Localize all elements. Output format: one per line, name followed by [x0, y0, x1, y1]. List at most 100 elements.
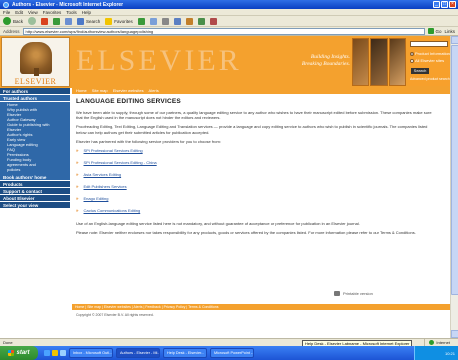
- nav-trusted-authors[interactable]: Trusted authors: [0, 95, 70, 102]
- tagline-line2: Breaking Boundaries.: [301, 61, 350, 67]
- zone-label: Internet: [436, 340, 450, 345]
- arrow-icon: »: [76, 208, 79, 214]
- nav-products[interactable]: Products: [0, 181, 70, 188]
- go-arrow-icon: [428, 28, 435, 34]
- header-photo-1: [352, 38, 370, 86]
- vertical-scrollbar[interactable]: [450, 36, 458, 338]
- main-content: LANGUAGE EDITING SERVICES We have been a…: [76, 98, 436, 239]
- start-label: start: [16, 350, 30, 356]
- nav-about[interactable]: About Elsevier: [0, 195, 70, 202]
- service-item: » SPi Professional Services Editing - Ch…: [76, 160, 436, 165]
- ie-quicklaunch-icon[interactable]: [44, 350, 50, 356]
- desktop-quicklaunch-icon[interactable]: [60, 350, 66, 356]
- logo-text: ELSEVIER: [14, 77, 57, 86]
- address-bar: Address http://www.elsevier.com/wps/find…: [0, 27, 458, 36]
- discuss-icon[interactable]: [185, 17, 193, 25]
- service-link[interactable]: SPi Professional Services Editing - Chin…: [84, 160, 157, 165]
- scroll-thumb[interactable]: [451, 45, 458, 295]
- nav-site-map[interactable]: Site map: [92, 88, 108, 93]
- messenger-icon[interactable]: [197, 17, 205, 25]
- arrow-icon: »: [76, 172, 79, 178]
- nav-elsevier-websites[interactable]: Elsevier websites: [113, 88, 144, 93]
- back-arrow-icon: [3, 17, 11, 25]
- print-icon[interactable]: [161, 17, 169, 25]
- radio-all-sites[interactable]: All Elsevier sites: [410, 58, 444, 63]
- printable-version-link[interactable]: Printable version: [334, 291, 373, 296]
- service-item: » Cactus Communications Editing: [76, 208, 436, 213]
- service-item: » SPi Professional Services Editing: [76, 148, 436, 153]
- service-link[interactable]: Edit Publishers Services: [84, 184, 127, 189]
- site-search-input[interactable]: [410, 41, 448, 47]
- back-button[interactable]: Back: [3, 17, 23, 25]
- taskbar: start Inbox - Microsoft Outl... Authors …: [0, 346, 458, 360]
- menu-favorites[interactable]: Favorites: [43, 10, 62, 15]
- home-icon[interactable]: [65, 17, 73, 25]
- footer-nav[interactable]: Home | Site map | Elsevier websites | Al…: [72, 304, 450, 310]
- menu-edit[interactable]: Edit: [15, 10, 23, 15]
- nav-book-authors[interactable]: Book authors' home: [0, 174, 70, 181]
- favorites-label: Favorites: [114, 18, 133, 24]
- task-ie-helpdesk[interactable]: Help Desk - Elsevier...: [163, 348, 207, 358]
- service-link[interactable]: Asia Services Editing: [84, 172, 122, 177]
- menu-tools[interactable]: Tools: [66, 10, 77, 15]
- header-photo-2: [370, 38, 388, 86]
- scroll-down-button[interactable]: [451, 330, 458, 338]
- site-search-button[interactable]: Search: [411, 68, 429, 74]
- research-icon[interactable]: [209, 17, 217, 25]
- menu-file[interactable]: File: [3, 10, 10, 15]
- header-photo-3: [388, 38, 406, 86]
- history-icon[interactable]: [137, 17, 145, 25]
- nav-alerts[interactable]: Alerts: [149, 88, 159, 93]
- note-paragraph: Please note: Elsevier neither endorses n…: [76, 230, 416, 236]
- ie-icon: [3, 1, 9, 8]
- links-button[interactable]: Links: [444, 29, 458, 34]
- back-label: Back: [13, 18, 24, 24]
- nav-select-view[interactable]: Select your view: [0, 202, 70, 209]
- nav-support[interactable]: Support & contact: [0, 188, 70, 195]
- window-controls: _ □ ×: [433, 1, 458, 8]
- close-button[interactable]: ×: [449, 1, 456, 8]
- edit-icon[interactable]: [173, 17, 181, 25]
- arrow-icon: »: [76, 184, 79, 190]
- tagline: Building Insights. Breaking Boundaries.: [270, 54, 350, 68]
- maximize-button[interactable]: □: [441, 1, 448, 8]
- task-ie-authors[interactable]: Authors - Elsevier - Mi...: [116, 348, 160, 358]
- outlook-quicklaunch-icon[interactable]: [52, 350, 58, 356]
- printer-icon: [334, 291, 340, 296]
- service-item: » Enago Editing: [76, 196, 436, 201]
- forward-button[interactable]: [28, 17, 37, 25]
- favorites-button[interactable]: Favorites: [105, 17, 133, 25]
- brand-name: ELSEVIER: [76, 44, 242, 77]
- page-content: ELSEVIER ELSEVIER Building Insights. Bre…: [0, 36, 450, 338]
- service-link[interactable]: Cactus Communications Editing: [84, 208, 141, 213]
- nav-sub-item[interactable]: policies: [0, 167, 70, 174]
- address-input[interactable]: http://www.elsevier.com/wps/find/authors…: [22, 27, 426, 35]
- go-button[interactable]: Go: [428, 28, 441, 34]
- minimize-button[interactable]: _: [433, 1, 440, 8]
- internet-zone-icon: [429, 340, 435, 345]
- refresh-icon[interactable]: [53, 17, 61, 25]
- start-button[interactable]: start: [0, 346, 38, 360]
- forward-arrow-icon: [28, 17, 37, 25]
- menu-view[interactable]: View: [28, 10, 38, 15]
- radio-product-info-label: Product Information: [415, 51, 450, 56]
- search-button[interactable]: Search: [77, 17, 100, 25]
- service-link[interactable]: Enago Editing: [84, 196, 109, 201]
- nav-for-authors[interactable]: For authors: [0, 88, 70, 95]
- nav-home[interactable]: Home: [76, 88, 87, 93]
- partners-paragraph: Elsevier has partnered with the followin…: [76, 138, 221, 144]
- service-link[interactable]: SPi Professional Services Editing: [84, 148, 143, 153]
- quick-launch: [44, 350, 66, 356]
- stop-icon[interactable]: [41, 17, 49, 25]
- menu-help[interactable]: Help: [82, 10, 91, 15]
- address-label: Address: [3, 28, 20, 34]
- windows-logo-icon: [8, 350, 15, 356]
- task-outlook[interactable]: Inbox - Microsoft Outl...: [69, 348, 113, 358]
- scroll-up-button[interactable]: [451, 36, 458, 44]
- advanced-search-link[interactable]: Advanced product search: [410, 77, 450, 81]
- page-header: ELSEVIER ELSEVIER Building Insights. Bre…: [0, 36, 450, 88]
- elsevier-logo[interactable]: ELSEVIER: [1, 37, 70, 87]
- mail-icon[interactable]: [149, 17, 157, 25]
- radio-product-info[interactable]: Product Information: [410, 51, 450, 56]
- task-powerpoint[interactable]: Microsoft PowerPoint -...: [210, 348, 254, 358]
